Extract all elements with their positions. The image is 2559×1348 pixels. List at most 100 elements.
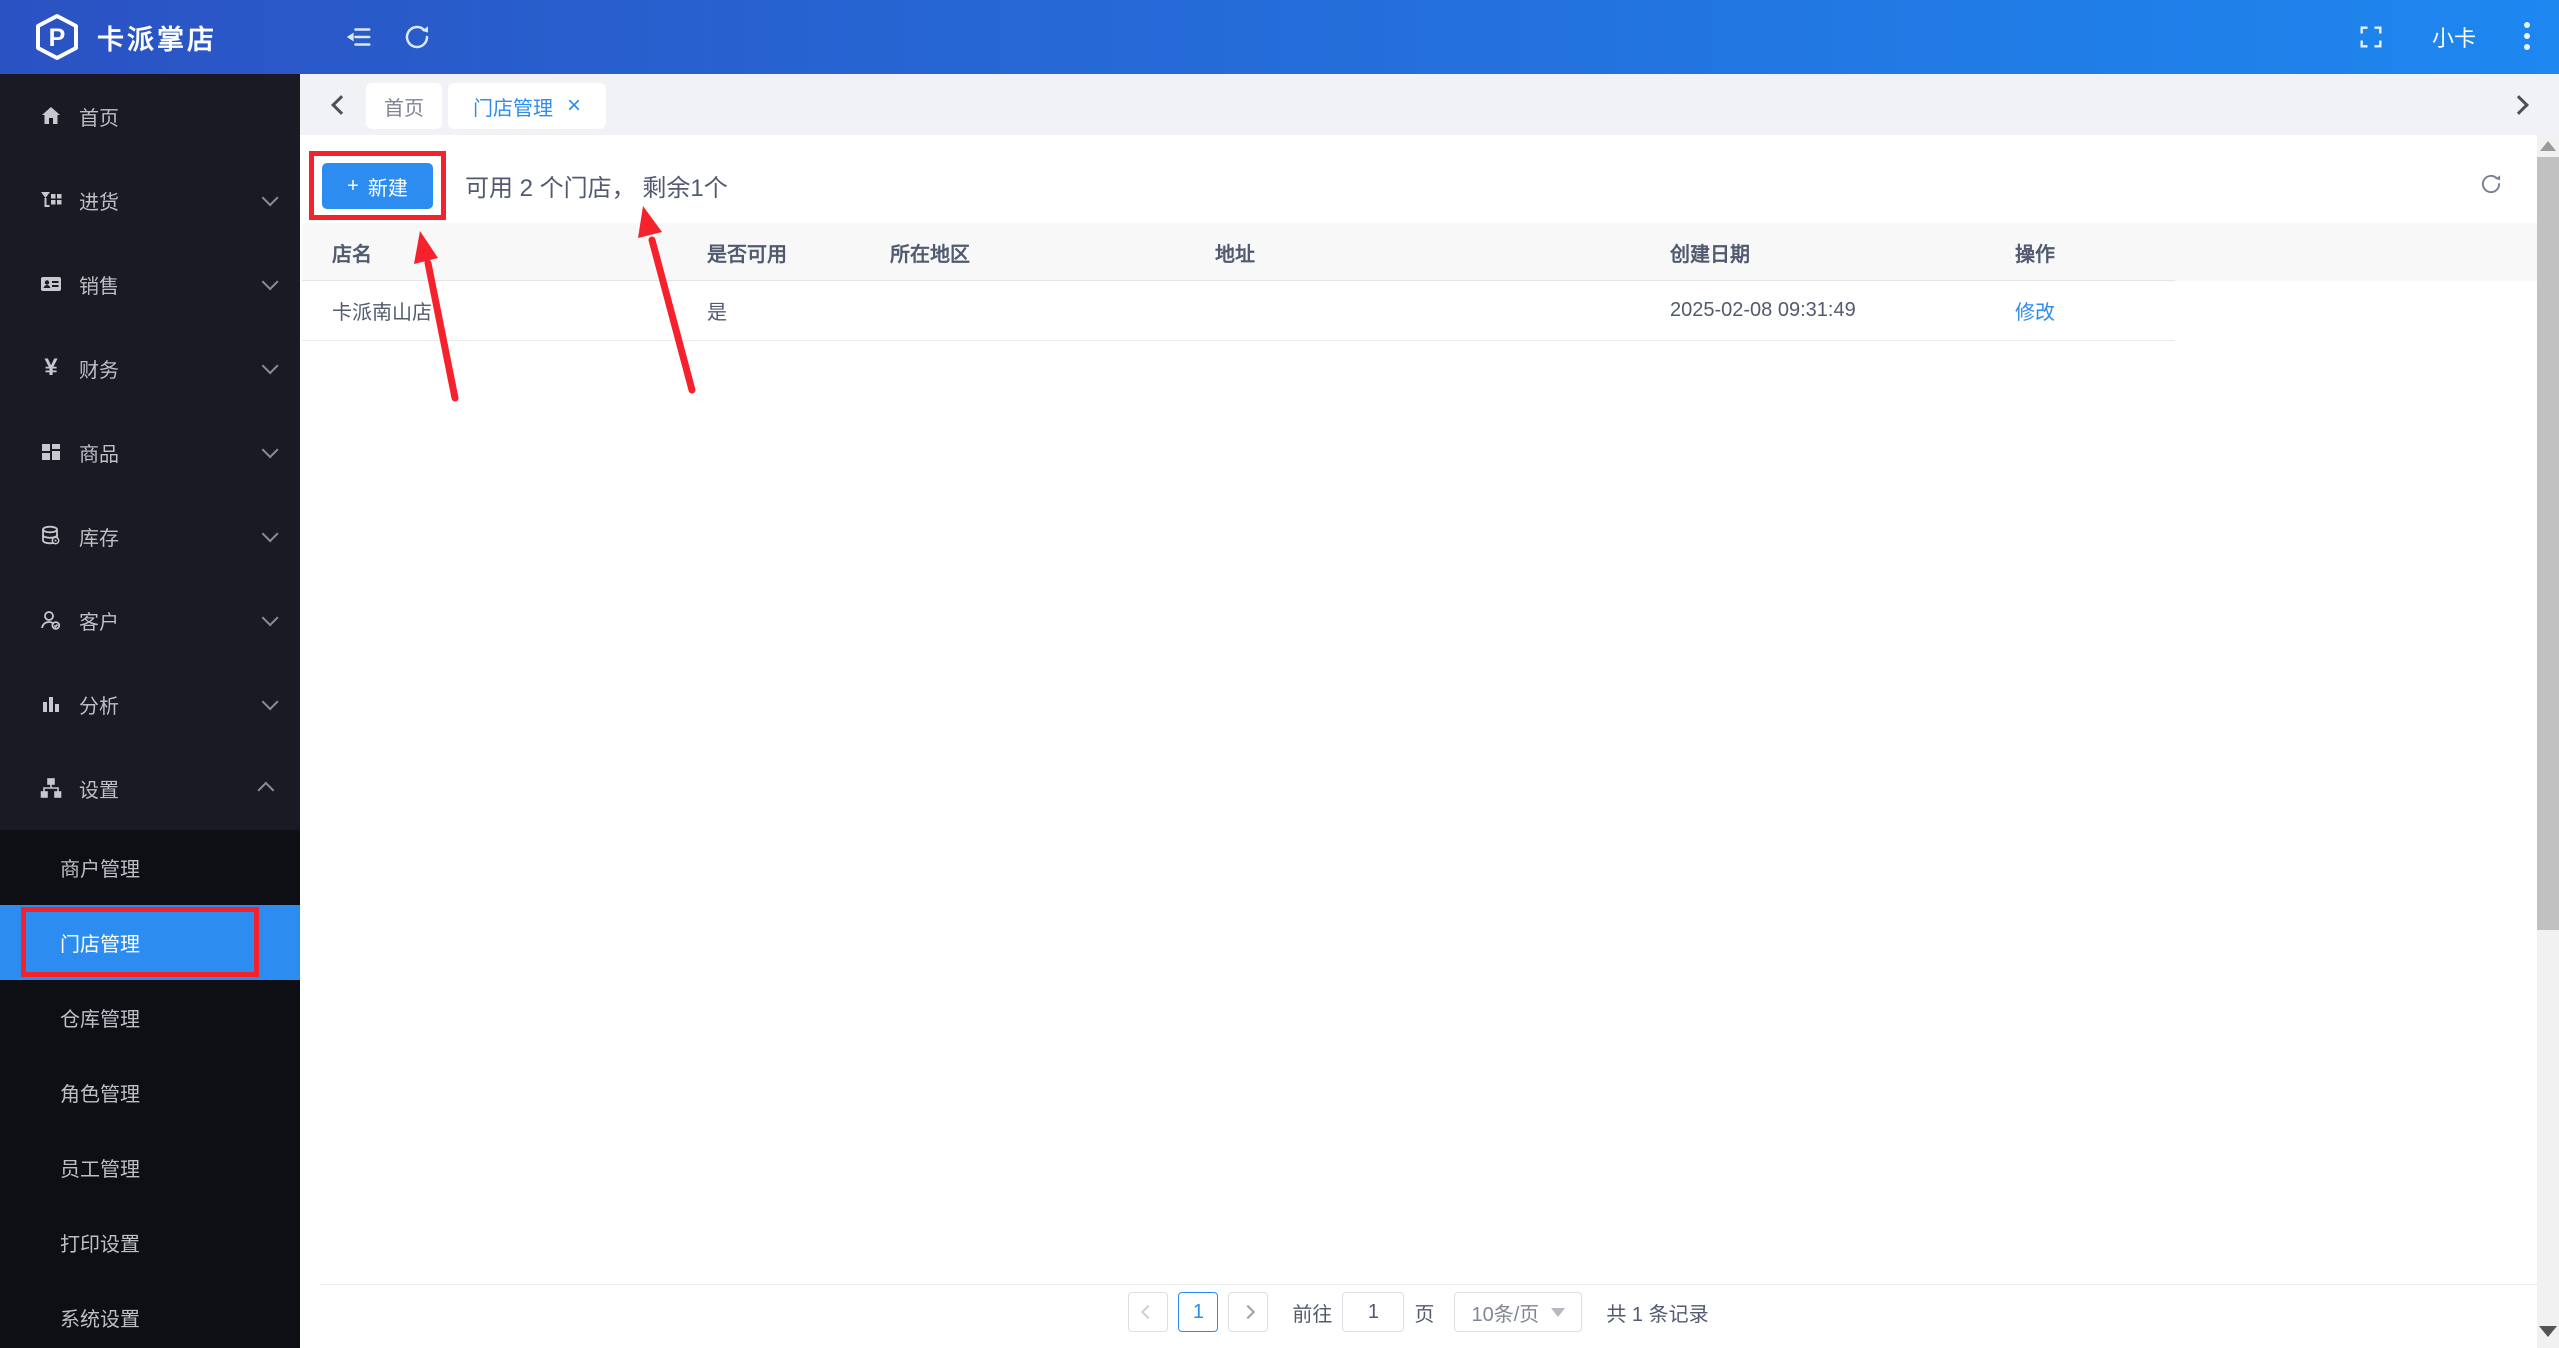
sidebar-item-label: 首页 <box>79 107 119 130</box>
submenu-item-label: 系统设置 <box>60 1309 140 1331</box>
vertical-scrollbar[interactable] <box>2537 135 2559 1348</box>
submenu-item-print[interactable]: 打印设置 <box>0 1205 300 1280</box>
sidebar-item-label: 进货 <box>79 191 119 214</box>
scroll-down-icon[interactable] <box>2537 1326 2559 1342</box>
goods-icon <box>38 439 64 465</box>
sales-icon <box>38 271 64 297</box>
submenu-item-label: 角色管理 <box>60 1084 140 1106</box>
sidebar-item-finance[interactable]: ¥ 财务 <box>0 326 300 410</box>
chevron-down-icon <box>261 609 279 627</box>
sidebar-item-label: 客户 <box>79 611 119 634</box>
scrollbar-thumb[interactable] <box>2537 157 2559 930</box>
sidebar-item-goods[interactable]: 商品 <box>0 410 300 494</box>
sidebar-item-label: 库存 <box>79 527 119 550</box>
submenu-item-warehouse[interactable]: 仓库管理 <box>0 980 300 1055</box>
submenu-item-label: 打印设置 <box>60 1234 140 1256</box>
chevron-down-icon <box>261 273 279 291</box>
tabbar: 首页 门店管理 × <box>300 74 2559 135</box>
store-quota-text: 可用 2 个门店， 剩余1个 <box>465 175 728 202</box>
tab-store-management[interactable]: 门店管理 × <box>448 83 606 129</box>
sidebar-item-settings[interactable]: 设置 <box>0 746 300 830</box>
caret-down-icon <box>1551 1307 1566 1317</box>
page-size-value: 10条/页 <box>1471 1303 1540 1326</box>
chevron-down-icon <box>261 441 279 459</box>
chevron-right-icon <box>1241 1304 1256 1320</box>
column-header-address: 地址 <box>1215 243 1255 266</box>
page-unit-label: 页 <box>1414 1303 1435 1326</box>
submenu-item-label: 员工管理 <box>60 1159 140 1181</box>
analysis-icon <box>38 691 64 717</box>
finance-icon: ¥ <box>44 354 58 381</box>
tab-home[interactable]: 首页 <box>366 83 442 129</box>
brand-logo-icon: P <box>36 14 78 60</box>
settings-submenu: 商户管理 门店管理 仓库管理 角色管理 员工管理 打印设置 系统设置 <box>0 830 300 1348</box>
submenu-item-staff[interactable]: 员工管理 <box>0 1130 300 1205</box>
brand-name: 卡派掌店 <box>97 24 217 55</box>
goto-page-input[interactable] <box>1342 1292 1405 1332</box>
sidebar-item-home[interactable]: 首页 <box>0 74 300 158</box>
column-header-region: 所在地区 <box>890 243 970 266</box>
topbar-refresh-icon[interactable] <box>402 0 432 74</box>
page-1-button[interactable]: 1 <box>1178 1292 1219 1332</box>
sidebar-item-label: 设置 <box>79 779 119 802</box>
submenu-item-label: 仓库管理 <box>60 1009 140 1031</box>
submenu-item-store[interactable]: 门店管理 <box>0 905 300 980</box>
sidebar-item-purchase[interactable]: 进货 <box>0 158 300 242</box>
next-page-button[interactable] <box>1228 1292 1269 1332</box>
tabs-scroll-right-icon[interactable] <box>2509 95 2529 115</box>
chevron-down-icon <box>261 525 279 543</box>
sidebar-item-sales[interactable]: 销售 <box>0 242 300 326</box>
column-header-action: 操作 <box>2015 243 2055 266</box>
brand: P 卡派掌店 <box>33 0 217 74</box>
settings-icon <box>38 775 64 801</box>
home-icon <box>38 103 64 129</box>
page-size-select[interactable]: 10条/页 <box>1454 1292 1583 1332</box>
close-tab-icon[interactable]: × <box>567 94 581 118</box>
sidebar-item-analysis[interactable]: 分析 <box>0 662 300 746</box>
collapse-sidebar-icon[interactable] <box>343 0 373 74</box>
cell-store-name: 卡派南山店 <box>332 302 432 324</box>
app-window: P 卡派掌店 小卡 首页 进货 销售 ¥ 财务 商品 库存 客户 分析 设置 商… <box>0 0 2559 1348</box>
more-menu-icon[interactable] <box>2522 0 2532 74</box>
store-management-page: + 新建 可用 2 个门店， 剩余1个 店名 是否可用 所在地区 地址 创建日期… <box>300 135 2537 1348</box>
cell-available: 是 <box>707 302 727 324</box>
chevron-left-icon <box>1141 1304 1156 1320</box>
new-store-button[interactable]: + 新建 <box>322 163 433 209</box>
tabs-scroll-left-icon[interactable] <box>331 95 351 115</box>
scroll-up-icon[interactable] <box>2537 141 2559 157</box>
edit-store-link[interactable]: 修改 <box>2015 302 2055 324</box>
sidebar-item-inventory[interactable]: 库存 <box>0 494 300 578</box>
customers-icon <box>38 607 64 633</box>
sidebar-item-label: 商品 <box>79 443 119 466</box>
chevron-down-icon <box>261 189 279 207</box>
sidebar-item-label: 分析 <box>79 695 119 718</box>
prev-page-button[interactable] <box>1128 1292 1169 1332</box>
plus-icon: + <box>347 174 359 197</box>
purchase-icon <box>38 187 64 213</box>
sidebar: 首页 进货 销售 ¥ 财务 商品 库存 客户 分析 设置 商户管理 门店管理 仓… <box>0 74 300 1348</box>
cell-created: 2025-02-08 09:31:49 <box>1670 299 1856 321</box>
inventory-icon <box>38 523 64 549</box>
table-header: 店名 是否可用 所在地区 地址 创建日期 操作 <box>302 223 2537 281</box>
submenu-item-role[interactable]: 角色管理 <box>0 1055 300 1130</box>
column-header-available: 是否可用 <box>707 243 787 266</box>
topbar: P 卡派掌店 小卡 <box>0 0 2559 74</box>
pagination: 1 前往 页 10条/页 共 1 条记录 <box>300 1292 2537 1332</box>
chevron-down-icon <box>261 693 279 711</box>
submenu-item-system[interactable]: 系统设置 <box>0 1280 300 1348</box>
table-refresh-icon[interactable] <box>2478 171 2504 202</box>
submenu-item-label: 商户管理 <box>60 859 140 881</box>
chevron-down-icon <box>261 357 279 375</box>
column-header-created: 创建日期 <box>1670 243 1750 266</box>
fullscreen-icon[interactable] <box>2357 0 2385 74</box>
brand-logo-letter: P <box>49 24 66 52</box>
tab-label: 首页 <box>384 97 424 120</box>
submenu-item-merchant[interactable]: 商户管理 <box>0 830 300 905</box>
submenu-item-label: 门店管理 <box>60 934 140 956</box>
column-header-name: 店名 <box>332 243 372 266</box>
new-store-button-label: 新建 <box>367 177 408 200</box>
tab-label: 门店管理 <box>472 97 553 120</box>
total-records-text: 共 1 条记录 <box>1606 1303 1709 1326</box>
user-name[interactable]: 小卡 <box>2432 0 2476 74</box>
sidebar-item-customers[interactable]: 客户 <box>0 578 300 662</box>
